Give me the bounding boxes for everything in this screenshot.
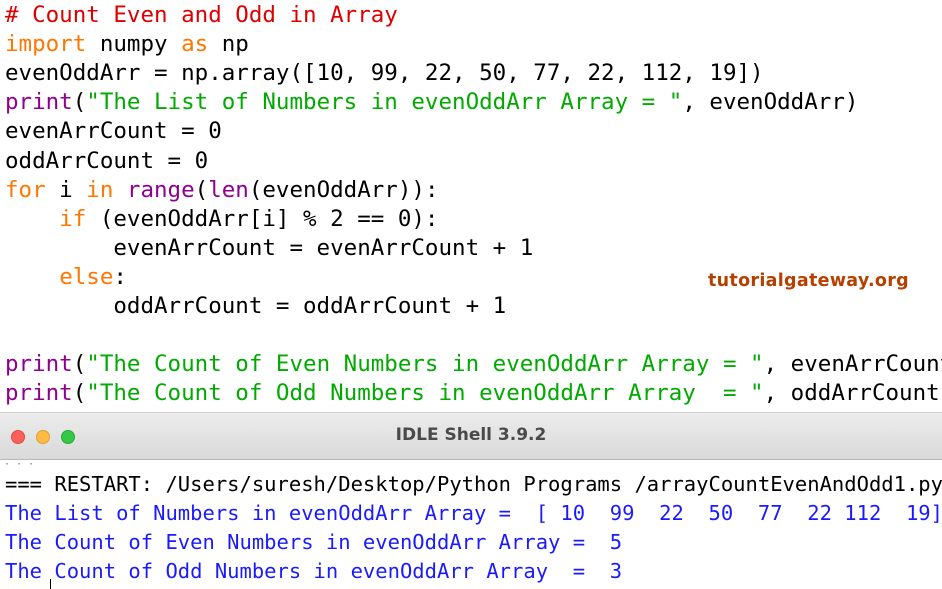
code-token-plain xyxy=(5,264,59,290)
code-line[interactable]: evenArrCount = evenArrCount + 1 xyxy=(5,234,533,263)
watermark-logo: tutorialgateway.org xyxy=(708,271,909,291)
restart-line: === RESTART: /Users/suresh/Desktop/Pytho… xyxy=(5,470,942,499)
code-token-comment: # Count Even and Odd in Array xyxy=(5,2,398,28)
code-token-plain: , oddArrCount) xyxy=(764,380,942,406)
code-token-kw: if xyxy=(59,206,86,232)
code-line[interactable]: oddArrCount = 0 xyxy=(5,147,208,176)
code-token-plain xyxy=(113,177,127,203)
code-token-plain: : xyxy=(113,264,127,290)
code-token-plain: (evenOddArr[i] % 2 == 0): xyxy=(86,206,438,232)
window-title: IDLE Shell 3.9.2 xyxy=(0,425,942,445)
code-token-str: "The Count of Even Numbers in evenOddArr… xyxy=(86,351,763,377)
code-line[interactable]: for i in range(len(evenOddArr)): xyxy=(5,176,439,205)
code-token-bi: print xyxy=(5,380,73,406)
code-token-plain: evenOddArr = np.array([10, 99, 22, 50, 7… xyxy=(5,60,764,86)
code-line[interactable]: evenOddArr = np.array([10, 99, 22, 50, 7… xyxy=(5,59,764,88)
code-token-plain: numpy xyxy=(86,31,181,57)
code-token-kw: for xyxy=(5,177,46,203)
scrolled-content-marker: · · · xyxy=(4,460,34,470)
code-token-kw: import xyxy=(5,31,86,57)
code-token-plain: np xyxy=(208,31,249,57)
code-token-bi: print xyxy=(5,351,73,377)
code-line[interactable]: oddArrCount = oddArrCount + 1 xyxy=(5,292,506,321)
idle-shell-titlebar[interactable]: IDLE Shell 3.9.2 xyxy=(0,412,942,460)
text-cursor xyxy=(50,579,51,589)
code-token-plain: oddArrCount = 0 xyxy=(5,148,208,174)
code-line[interactable]: # Count Even and Odd in Array xyxy=(5,1,398,30)
code-token-bi: len xyxy=(208,177,249,203)
output-line-list: The List of Numbers in evenOddArr Array … xyxy=(5,499,942,528)
output-line-even-count: The Count of Even Numbers in evenOddArr … xyxy=(5,528,622,557)
code-line[interactable]: print("The Count of Even Numbers in even… xyxy=(5,350,942,379)
code-token-plain: oddArrCount = oddArrCount + 1 xyxy=(5,293,506,319)
code-token-bi: print xyxy=(5,89,73,115)
code-line[interactable]: else: xyxy=(5,263,127,292)
code-token-plain: ( xyxy=(73,380,87,406)
code-token-plain: , evenOddArr) xyxy=(682,89,858,115)
code-token-bi: range xyxy=(127,177,195,203)
code-token-plain: ( xyxy=(73,351,87,377)
idle-shell-output[interactable]: · · · === RESTART: /Users/suresh/Desktop… xyxy=(0,460,942,589)
code-line[interactable]: print("The Count of Odd Numbers in evenO… xyxy=(5,379,942,408)
code-token-plain: ( xyxy=(195,177,209,203)
code-token-plain: evenArrCount = evenArrCount + 1 xyxy=(5,235,533,261)
code-token-kw: as xyxy=(181,31,208,57)
code-token-plain: ( xyxy=(73,89,87,115)
code-token-plain: (evenOddArr)): xyxy=(249,177,439,203)
code-line[interactable]: evenArrCount = 0 xyxy=(5,117,222,146)
code-token-plain: evenArrCount = 0 xyxy=(5,118,222,144)
code-line[interactable]: if (evenOddArr[i] % 2 == 0): xyxy=(5,205,438,234)
code-line[interactable]: import numpy as np xyxy=(5,30,249,59)
output-line-odd-count: The Count of Odd Numbers in evenOddArr A… xyxy=(5,557,622,586)
code-token-plain xyxy=(5,206,59,232)
code-token-plain: i xyxy=(46,177,87,203)
code-line[interactable]: print("The List of Numbers in evenOddArr… xyxy=(5,88,858,117)
code-token-str: "The Count of Odd Numbers in evenOddArr … xyxy=(86,380,763,406)
code-token-kw: else xyxy=(59,264,113,290)
code-token-plain: , evenArrCount) xyxy=(764,351,942,377)
code-token-str: "The List of Numbers in evenOddArr Array… xyxy=(86,89,682,115)
code-token-kw: in xyxy=(86,177,113,203)
